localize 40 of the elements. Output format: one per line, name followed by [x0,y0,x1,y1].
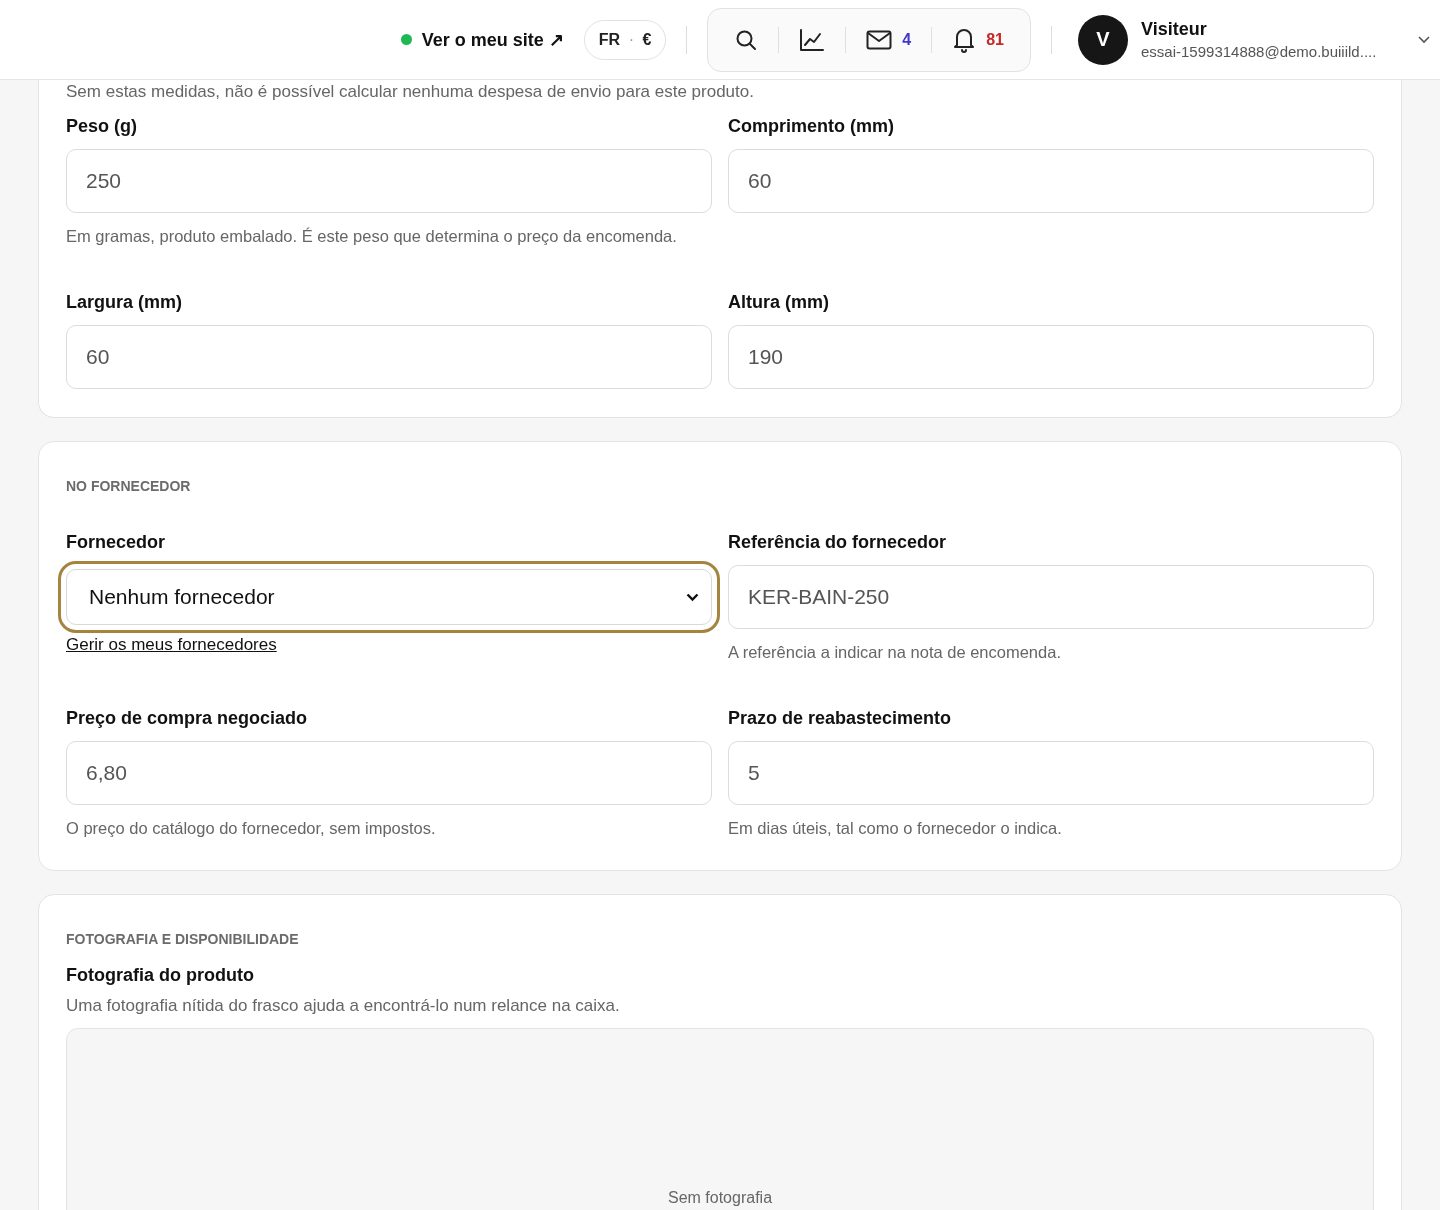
help-text: A referência a indicar na nota de encomenda. [728,642,1062,663]
manage-suppliers-link[interactable]: Gerir os meus fornecedores [66,635,277,655]
intro-text: Sem estas medidas, não é possível calcular nenhuma despesa de envio para este produto. [66,82,755,102]
locale-button[interactable]: FR · € [583,19,667,60]
input-field[interactable]: 5 [728,741,1374,805]
input-field[interactable]: 190 [728,325,1374,389]
bell-button[interactable]: 81 [942,22,1014,57]
input-field[interactable]: 60 [728,149,1374,213]
mail-icon [866,29,893,50]
caret-icon [686,592,699,602]
mail-button[interactable]: 4 [856,25,922,54]
user-email: essai-1599314888@demo.buiiild.... [1141,43,1378,60]
empty-photo-text: Sem fotografia [667,1189,773,1207]
field-label: Largura (mm) [66,292,183,313]
chevron-down-icon[interactable] [1418,35,1430,44]
view-site-link[interactable]: Ver o meu site ↗ [421,28,564,51]
field-label: Prazo de reabastecimento [728,708,953,729]
field-label: Altura (mm) [728,292,830,313]
field-label: Fornecedor [66,532,167,553]
help-text: Uma fotografia nítida do frasco ajuda a encontrá-lo num relance na caixa. [66,996,621,1016]
section-heading: NO FORNECEDOR [66,478,192,494]
help-text: Em dias úteis, tal como o fornecedor o indica. [728,818,1063,839]
section-heading: FOTOGRAFIA E DISPONIBILIDADE [66,931,300,947]
status-dot-icon [400,34,412,45]
help-text: Em gramas, produto embalado. É este peso que determina o preço da encomenda. [66,226,678,247]
input-field[interactable]: KER-BAIN-250 [728,565,1374,629]
photo-dropzone[interactable]: Sem fotografia [66,1028,1374,1210]
field-label: Referência do fornecedor [728,532,948,553]
field-label: Preço de compra negociado [66,708,309,729]
help-text: O preço do catálogo do fornecedor, sem impostos. [66,818,437,839]
input-field[interactable]: 6,80 [66,741,712,805]
input-field[interactable]: 250 [66,149,712,213]
bell-icon [952,26,977,53]
field-label: Comprimento (mm) [728,116,895,137]
user-name: Visiteur [1141,19,1208,40]
user-avatar[interactable]: V [1078,14,1128,65]
chart-icon [799,27,826,52]
field-label: Fotografia do produto [66,965,255,986]
input-field[interactable]: 60 [66,325,712,389]
field-label: Peso (g) [66,116,138,137]
